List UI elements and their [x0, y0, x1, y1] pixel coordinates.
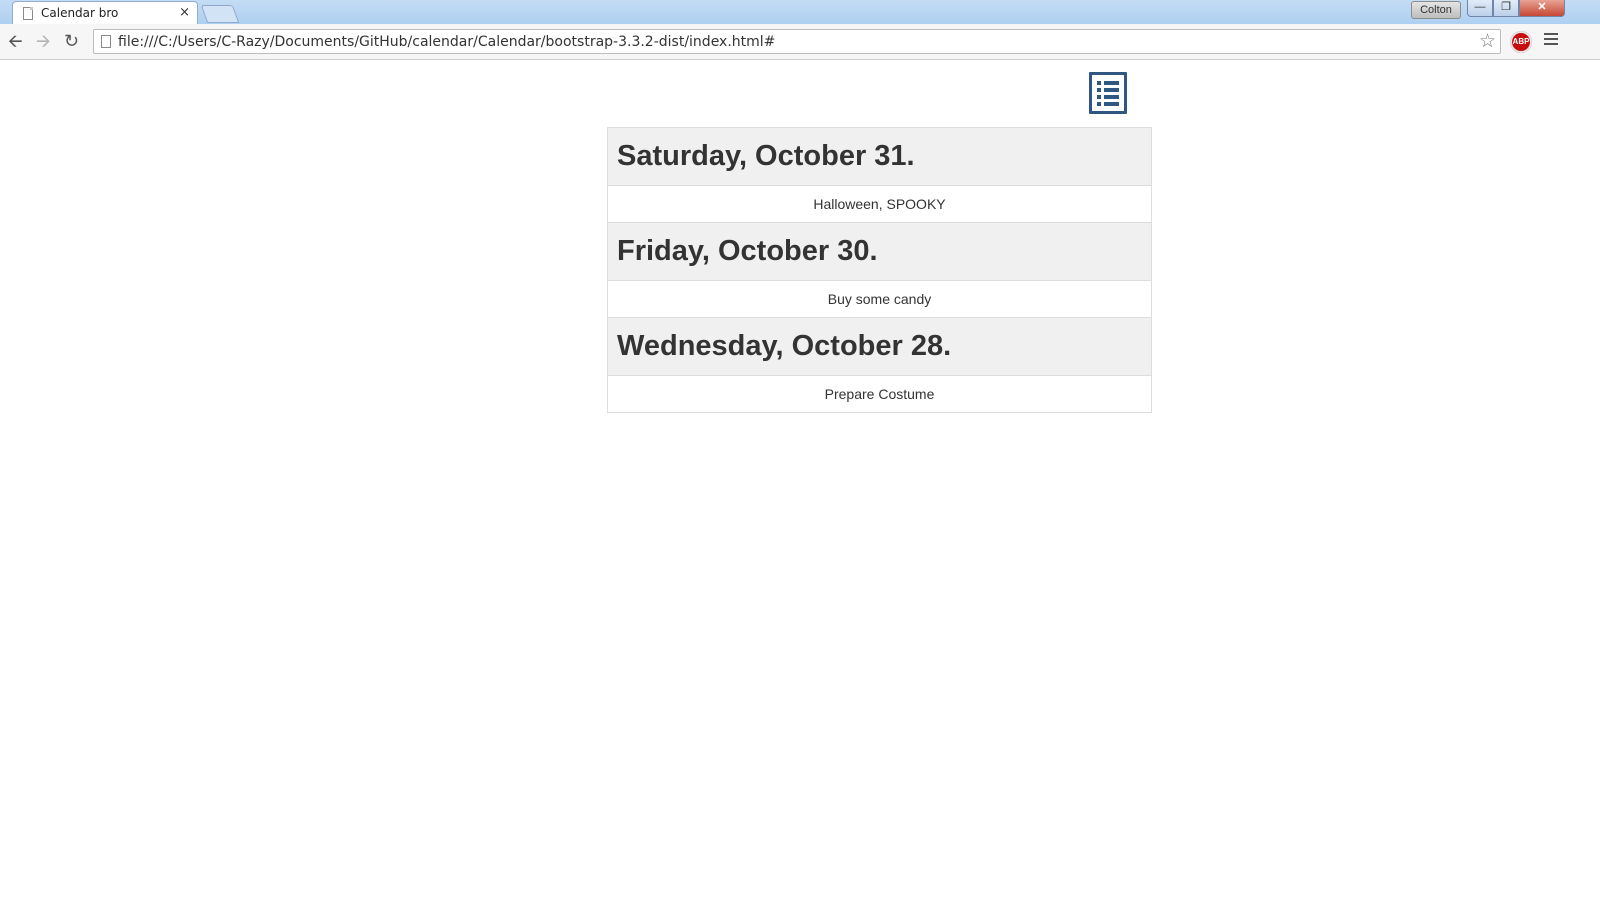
page-icon	[101, 35, 111, 48]
day-header[interactable]: Friday, October 30.	[607, 222, 1152, 281]
adblock-icon[interactable]: ABP	[1510, 31, 1532, 53]
new-tab-button[interactable]	[200, 5, 240, 23]
reload-icon[interactable]: ↻	[64, 30, 79, 52]
browser-toolbar: 🡨 🡪 ↻ file:///C:/Users/C-Razy/Documents/…	[0, 24, 1600, 60]
list-icon	[1097, 81, 1119, 85]
url-text[interactable]: file:///C:/Users/C-Razy/Documents/GitHub…	[118, 34, 775, 50]
maximize-button[interactable]: ❐	[1493, 0, 1519, 17]
day-title: Friday, October 30.	[617, 235, 878, 267]
list-view-button[interactable]	[1089, 72, 1127, 114]
profile-button[interactable]: Colton	[1411, 1, 1461, 19]
forward-arrow-icon[interactable]: 🡪	[36, 30, 51, 52]
star-icon[interactable]: ☆	[1479, 30, 1496, 53]
day-list: Saturday, October 31. Halloween, SPOOKY …	[607, 127, 1152, 413]
minimize-button[interactable]: —	[1467, 0, 1493, 17]
page-icon	[23, 7, 33, 20]
hamburger-menu-icon[interactable]	[1544, 33, 1558, 48]
event-item[interactable]: Prepare Costume	[607, 376, 1152, 413]
address-bar[interactable]: file:///C:/Users/C-Razy/Documents/GitHub…	[93, 29, 1501, 54]
day-title: Wednesday, October 28.	[617, 330, 952, 362]
event-item[interactable]: Buy some candy	[607, 281, 1152, 318]
day-header[interactable]: Saturday, October 31.	[607, 127, 1152, 186]
back-arrow-icon[interactable]: 🡨	[8, 30, 23, 52]
event-item[interactable]: Halloween, SPOOKY	[607, 186, 1152, 223]
tab-close-icon[interactable]: ×	[179, 5, 190, 20]
day-header[interactable]: Wednesday, October 28.	[607, 317, 1152, 376]
browser-titlebar: Calendar bro × Colton — ❐ ✕	[0, 0, 1600, 24]
tab-title: Calendar bro	[41, 6, 119, 20]
close-window-button[interactable]: ✕	[1519, 0, 1565, 17]
day-title: Saturday, October 31.	[617, 140, 915, 172]
browser-tab[interactable]: Calendar bro ×	[12, 1, 198, 24]
